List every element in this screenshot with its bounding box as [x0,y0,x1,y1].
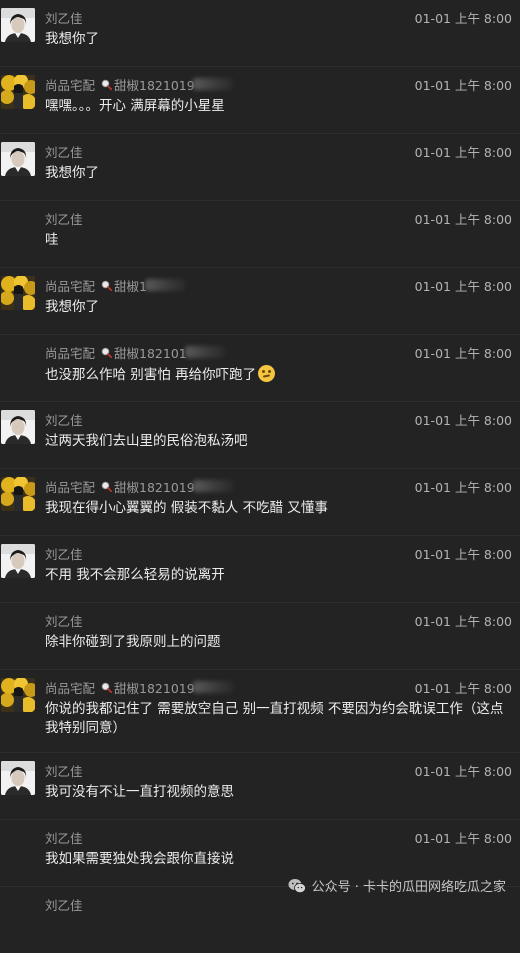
message-text: 过两天我们去山里的民俗泡私汤吧 [45,433,248,449]
wechat-icon [288,878,306,893]
avatar[interactable] [1,8,35,42]
message-text-wrap: 我可没有不让一直打视频的意思 [45,783,512,802]
redacted-blur [192,78,233,90]
watermark: 公众号 · 卡卡的瓜田网络吃瓜之家 [288,876,506,895]
message-time: 01-01 上午 8:00 [414,278,512,294]
message-item: 尚品宅配 甜椒1 01-01 上午 8:00 我想你了 [0,268,520,335]
message-text-wrap: 也没那么作哈 别害怕 再给你吓跑了 [45,365,512,385]
message-text: 嘿嘿。。。开心 满屏幕的小星星 [45,98,225,114]
message-text: 你说的我都记住了 需要放空自己 别一直打视频 不要因为约会耽误工作（这点我特别同… [45,701,504,736]
message-item: 尚品宅配 甜椒1821019 01-01 上午 8:00 我现在得小心翼翼的 假装不黏… [0,469,520,536]
thinking-face-emoji [258,365,276,382]
sender-name: 刘乙佳 [45,763,83,779]
message-time: 01-01 上午 8:00 [414,144,512,160]
message-time: 01-01 上午 8:00 [414,479,512,495]
message-item: 尚品宅配 甜椒182101 01-01 上午 8:00 也没那么作哈 别害怕 再给你吓… [0,335,520,402]
message-text-wrap: 我想你了 [45,30,512,49]
message-time: 01-01 上午 8:00 [414,613,512,629]
avatar[interactable] [1,678,35,712]
avatar[interactable] [1,276,35,310]
sender-tag: 甜椒1 [114,278,147,294]
message-item: 尚品宅配 甜椒1821019 01-01 上午 8:00 嘿嘿。。。开心 满屏幕的小星… [0,67,520,134]
message-time: 01-01 上午 8:00 [414,10,512,26]
message-text: 除非你碰到了我原则上的问题 [45,634,221,650]
message-time: 01-01 上午 8:00 [414,77,512,93]
message-item: 刘乙佳 01-01 上午 8:00 除非你碰到了我原则上的问题 [0,603,520,670]
sender-name: 刘乙佳 [45,144,83,160]
message-text-wrap: 哇 [45,231,512,250]
message-text: 我想你了 [45,299,99,315]
message-text-wrap: 你说的我都记住了 需要放空自己 别一直打视频 不要因为约会耽误工作（这点我特别同… [45,700,512,738]
sender-tag: 甜椒1821019 [114,77,195,93]
avatar[interactable] [1,761,35,795]
chat-history: 刘乙佳 01-01 上午 8:00 我想你了 尚品宅配 甜椒1821019 01-01 上… [0,0,520,953]
magnifier-icon [101,682,113,693]
redacted-blur [192,480,233,492]
message-time: 01-01 上午 8:00 [414,345,512,361]
avatar[interactable] [1,142,35,176]
avatar[interactable] [1,477,35,511]
magnifier-icon [101,280,113,291]
message-text-wrap: 我想你了 [45,298,512,317]
message-time: 01-01 上午 8:00 [414,763,512,779]
message-item: 刘乙佳 01-01 上午 8:00 我想你了 [0,0,520,67]
sender-name: 刘乙佳 [45,897,83,913]
message-text: 我可没有不让一直打视频的意思 [45,784,234,800]
sender-tag: 甜椒1821019 [114,479,195,495]
sender-name: 刘乙佳 [45,546,83,562]
message-text-wrap: 我现在得小心翼翼的 假装不黏人 不吃醋 又懂事 [45,499,512,518]
message-time: 01-01 上午 8:00 [414,546,512,562]
sender-name: 尚品宅配 [45,680,96,696]
avatar[interactable] [1,410,35,444]
message-item: 刘乙佳 01-01 上午 8:00 我想你了 [0,134,520,201]
message-time: 01-01 上午 8:00 [414,830,512,846]
magnifier-icon [101,347,113,358]
avatar[interactable] [1,75,35,109]
message-text-wrap: 嘿嘿。。。开心 满屏幕的小星星 [45,97,512,116]
message-text-wrap: 我想你了 [45,164,512,183]
sender-tag: 甜椒182101 [114,345,187,361]
message-text: 我想你了 [45,31,99,47]
message-text: 也没那么作哈 别害怕 再给你吓跑了 [45,367,257,383]
sender-tag: 甜椒1821019 [114,680,195,696]
message-text-wrap: 不用 我不会那么轻易的说离开 [45,566,512,585]
redacted-blur [184,346,225,358]
message-item: 刘乙佳 01-01 上午 8:00 哇 [0,201,520,268]
sender-name: 尚品宅配 [45,345,96,361]
message-text: 我如果需要独处我会跟你直接说 [45,851,234,867]
message-time: 01-01 上午 8:00 [414,680,512,696]
message-time: 01-01 上午 8:00 [414,211,512,227]
message-text: 我现在得小心翼翼的 假装不黏人 不吃醋 又懂事 [45,500,328,516]
message-text: 哇 [45,232,59,248]
message-text-wrap: 过两天我们去山里的民俗泡私汤吧 [45,432,512,451]
sender-name: 刘乙佳 [45,412,83,428]
magnifier-icon [101,481,113,492]
message-text-wrap: 除非你碰到了我原则上的问题 [45,633,512,652]
sender-name: 刘乙佳 [45,10,83,26]
sender-name: 尚品宅配 [45,479,96,495]
message-item: 尚品宅配 甜椒1821019 01-01 上午 8:00 你说的我都记住了 需要放空自… [0,670,520,753]
sender-name: 刘乙佳 [45,830,83,846]
message-item: 刘乙佳 [0,887,520,953]
redacted-blur [192,681,233,693]
watermark-text: 公众号 · 卡卡的瓜田网络吃瓜之家 [311,880,506,895]
message-text: 不用 我不会那么轻易的说离开 [45,567,225,583]
avatar[interactable] [1,544,35,578]
redacted-blur [144,279,185,291]
magnifier-icon [101,79,113,90]
message-item: 刘乙佳 01-01 上午 8:00 过两天我们去山里的民俗泡私汤吧 [0,402,520,469]
sender-name: 尚品宅配 [45,77,96,93]
message-text: 我想你了 [45,165,99,181]
sender-name: 尚品宅配 [45,278,96,294]
message-item: 刘乙佳 01-01 上午 8:00 我可没有不让一直打视频的意思 [0,753,520,820]
sender-name: 刘乙佳 [45,211,83,227]
message-item: 刘乙佳 01-01 上午 8:00 不用 我不会那么轻易的说离开 [0,536,520,603]
message-time: 01-01 上午 8:00 [414,412,512,428]
sender-name: 刘乙佳 [45,613,83,629]
message-text-wrap: 我如果需要独处我会跟你直接说 [45,850,512,869]
